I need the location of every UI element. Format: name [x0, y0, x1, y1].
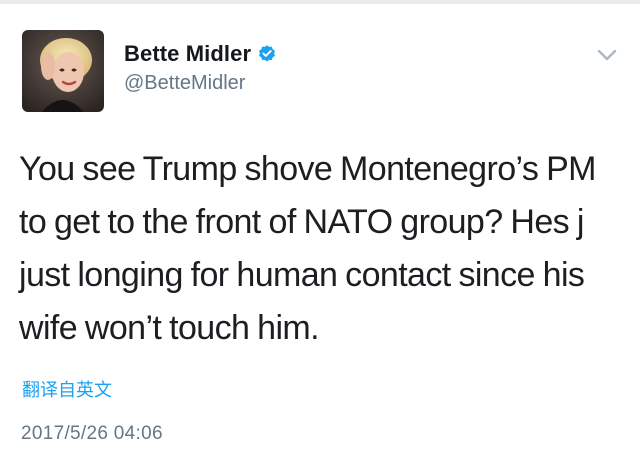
tweet-text-line: wife won’t touch him. [19, 309, 320, 347]
top-divider [0, 0, 640, 4]
author-handle[interactable]: @BetteMidler [124, 72, 277, 95]
avatar[interactable] [22, 30, 104, 112]
tweet-text-line: to get to the front of NATO group? Hes j [19, 203, 584, 241]
translate-tweet-link[interactable]: 翻译自英文 [22, 376, 112, 402]
tweet-author[interactable]: Bette Midler @BetteMidler [124, 40, 277, 95]
tweet-text-line: You see Trump shove Montenegro’s PM [19, 150, 597, 188]
chevron-down-icon[interactable] [595, 47, 619, 63]
avatar-image [22, 30, 104, 112]
tweet-text-line: just longing for human contact since his [19, 256, 585, 294]
verified-badge-icon [257, 44, 277, 64]
author-display-name[interactable]: Bette Midler [124, 41, 251, 67]
author-name-row: Bette Midler [124, 40, 277, 68]
tweet-timestamp[interactable]: 2017/5/26 04:06 [21, 423, 163, 445]
tweet-text: You see Trump shove Montenegro’s PM to g… [19, 143, 629, 355]
